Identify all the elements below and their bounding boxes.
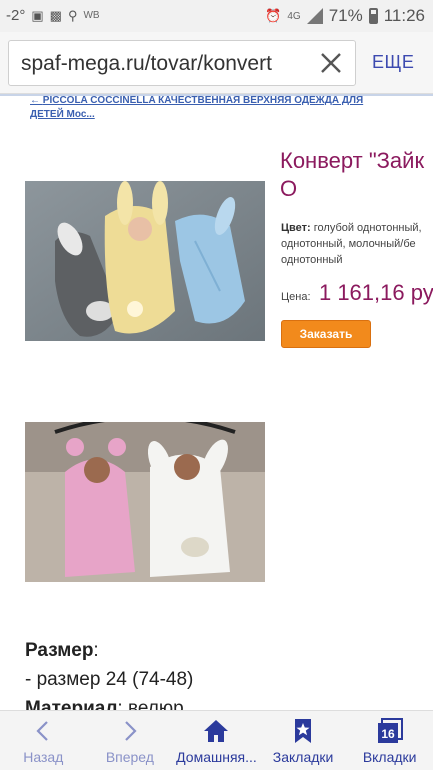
- breadcrumb-arrow-icon: ←: [30, 95, 40, 106]
- status-bar: -2° ▣ ▩ ⚲ WB ⏰ 4G 71% 11:26: [0, 0, 433, 32]
- url-text[interactable]: spaf-mega.ru/tovar/konvert: [21, 52, 301, 76]
- product-title: Конверт "Зайк: [280, 148, 425, 173]
- bookmark-star-icon: [295, 719, 312, 743]
- product-photo-2-image: [25, 422, 265, 582]
- price-row: Цена: 1 161,16 руб: [281, 280, 433, 306]
- tabs-icon: 16: [377, 718, 403, 743]
- color-value-line1: голубой однотонный,: [313, 222, 422, 234]
- forward-label: Вперед: [105, 749, 154, 765]
- forward-arrow-icon: [125, 721, 137, 741]
- color-info: Цвет: голубой однотонный, однотонный, мо…: [281, 220, 433, 268]
- product-photo-1[interactable]: [25, 181, 265, 341]
- breadcrumb[interactable]: ← PICCOLA COCCINELLA КАЧЕСТВЕННАЯ ВЕРХНЯ…: [30, 94, 390, 122]
- address-bar[interactable]: spaf-mega.ru/tovar/konvert: [8, 40, 356, 86]
- bookmarks-button[interactable]: Закладки: [260, 711, 347, 770]
- price-value: 1 161,16 руб: [318, 280, 433, 305]
- size-colon: :: [93, 640, 99, 661]
- search-icon: ⚲: [67, 7, 78, 23]
- tabs-label: Вкладки: [362, 749, 417, 765]
- page-content: ← PICCOLA COCCINELLA КАЧЕСТВЕННАЯ ВЕРХНЯ…: [0, 94, 433, 710]
- battery-percent: 71%: [328, 6, 363, 25]
- size-label: Размер: [25, 640, 94, 661]
- tabs-count: 16: [381, 727, 395, 741]
- image-icon: ▩: [49, 7, 62, 23]
- product-specs: Размер: - размер 24 (74-48) Материал: ве…: [25, 636, 193, 710]
- back-arrow-icon: [36, 721, 49, 741]
- signal-icon: [306, 8, 323, 24]
- browser-toolbar: spaf-mega.ru/tovar/konvert ЕЩЕ: [0, 32, 433, 94]
- product-title-continued: О: [280, 176, 298, 201]
- home-icon: [204, 720, 229, 742]
- back-button[interactable]: Назад: [0, 711, 87, 770]
- network-type: 4G: [287, 10, 301, 22]
- gallery-icon: ▣: [31, 7, 44, 23]
- home-label: Домашняя...: [176, 749, 257, 765]
- back-label: Назад: [23, 749, 64, 765]
- carrier-label: WB: [83, 10, 100, 21]
- size-row: Размер:: [25, 636, 193, 665]
- price-label: Цена:: [281, 291, 311, 303]
- alarm-icon: ⏰: [265, 8, 282, 23]
- bookmarks-label: Закладки: [272, 749, 334, 765]
- product-photo-1-image: [25, 181, 265, 341]
- more-menu-button[interactable]: ЕЩЕ: [372, 52, 414, 73]
- material-value: : велюр: [117, 698, 184, 710]
- material-row: Материал: велюр: [25, 694, 193, 710]
- color-value-line3: однотонный: [281, 254, 343, 266]
- home-button[interactable]: Домашняя...: [173, 711, 260, 770]
- breadcrumb-link[interactable]: PICCOLA COCCINELLA КАЧЕСТВЕННАЯ ВЕРХНЯЯ …: [30, 95, 363, 120]
- battery-icon: [368, 8, 378, 24]
- order-button[interactable]: Заказать: [281, 320, 371, 348]
- size-value: - размер 24 (74-48): [25, 669, 194, 690]
- material-label: Материал: [25, 698, 118, 710]
- product-photo-2[interactable]: [25, 422, 265, 582]
- bottom-navigation: Назад Вперед Домашняя... Закладки 16 Вкл…: [0, 710, 433, 770]
- color-value-line2: однотонный, молочный/бе: [281, 238, 416, 250]
- clock: 11:26: [383, 6, 425, 25]
- temperature: -2°: [6, 7, 26, 24]
- forward-button[interactable]: Вперед: [87, 711, 174, 770]
- tabs-button[interactable]: 16 Вкладки: [346, 711, 433, 770]
- clear-url-icon[interactable]: [317, 49, 345, 77]
- color-label: Цвет:: [281, 222, 311, 234]
